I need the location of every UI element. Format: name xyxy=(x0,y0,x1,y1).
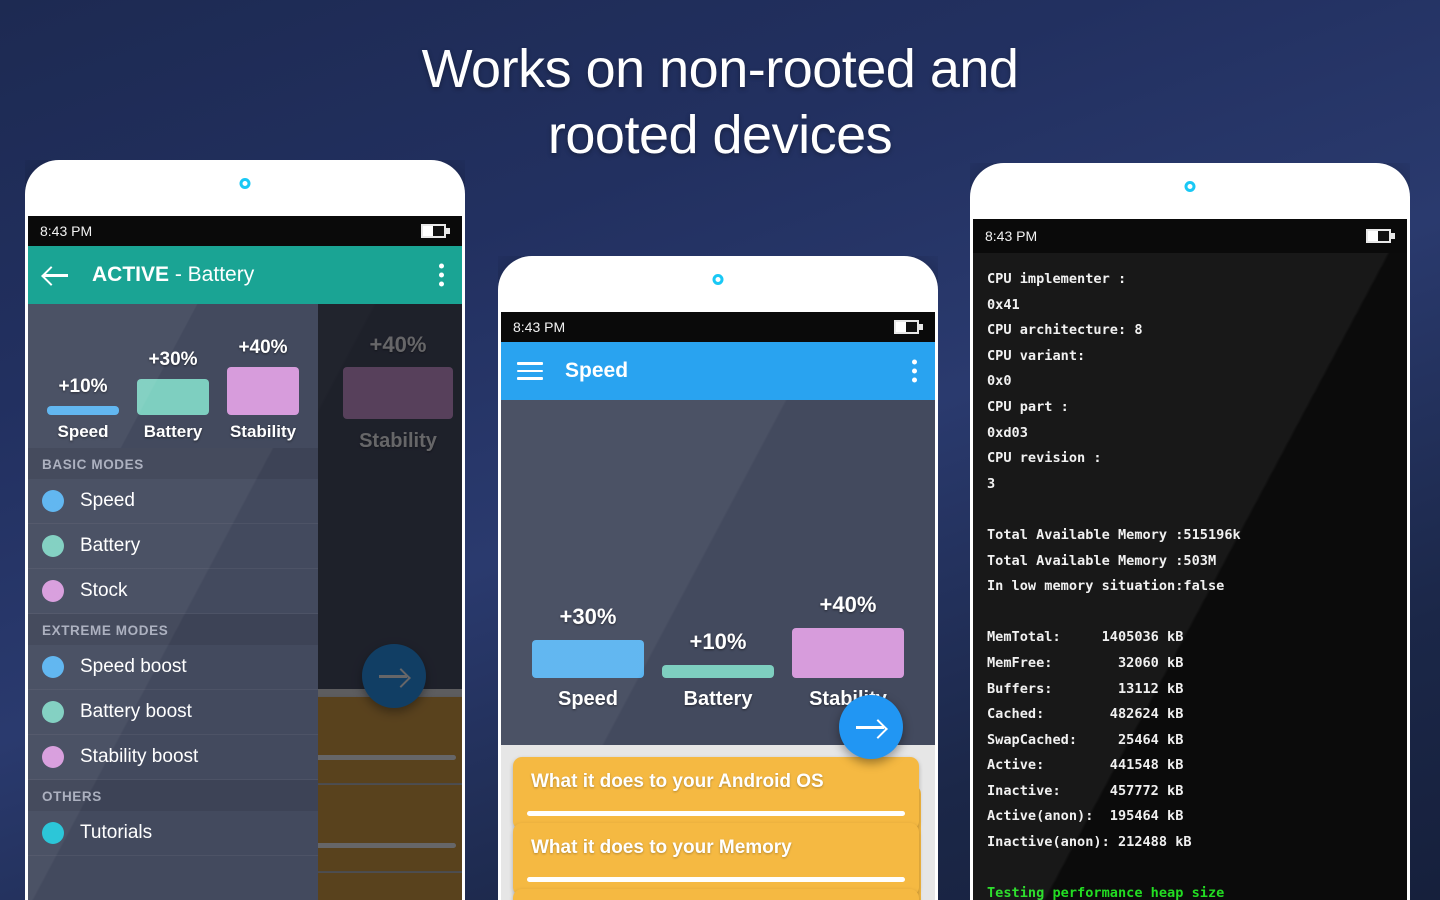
navigation-drawer: BASIC MODES Speed Battery Stock EXTREME … xyxy=(28,448,318,900)
front-camera-icon xyxy=(1184,181,1196,192)
bar-stability xyxy=(792,628,904,678)
sidebar-item-label: Tutorials xyxy=(80,822,153,843)
headline-line-2: rooted devices xyxy=(547,105,893,165)
sidebar-item-speed-boost[interactable]: Speed boost xyxy=(28,645,318,690)
sidebar-item-speed[interactable]: Speed xyxy=(28,479,318,524)
back-arrow-icon[interactable] xyxy=(44,265,70,285)
status-bar: 8:43 PM xyxy=(28,216,462,246)
status-time: 8:43 PM xyxy=(513,319,566,335)
app-bar-title: Speed xyxy=(565,359,629,382)
sidebar-item-label: Battery xyxy=(80,535,141,556)
bar-column-battery: +30% Battery xyxy=(137,349,209,442)
bar-stability xyxy=(227,367,299,415)
card-label: What it does to your Memory xyxy=(531,837,792,858)
terminal-cpu-block: CPU implementer : 0x41 CPU architecture:… xyxy=(987,271,1143,492)
front-camera-icon xyxy=(239,178,251,189)
bar-label-speed: Speed xyxy=(557,688,619,710)
bar-value-speed: +10% xyxy=(58,376,108,397)
bar-column-battery: +10% Battery xyxy=(662,629,774,711)
drawer-section-header: OTHERS xyxy=(28,780,318,811)
bar-speed xyxy=(532,640,644,678)
overflow-menu-icon[interactable] xyxy=(439,263,444,287)
sidebar-item-battery-boost[interactable]: Battery boost xyxy=(28,690,318,735)
phone-middle: 8:43 PM Speed +30% Speed +10% Battery +4… xyxy=(498,256,938,900)
bar-column-stability: +40% Stability xyxy=(227,337,299,442)
sidebar-item-label: Stock xyxy=(80,580,128,601)
bar-value-battery: +10% xyxy=(689,629,747,654)
app-bar: Speed xyxy=(501,342,935,400)
sidebar-item-stability-boost[interactable]: Stability boost xyxy=(28,735,318,780)
bar-label-stability: Stability xyxy=(229,422,297,441)
terminal-spacer xyxy=(987,497,1393,523)
mode-dot-icon xyxy=(42,701,64,723)
mode-dot-icon xyxy=(42,580,64,602)
terminal-status-line: Testing performance heap size xyxy=(987,885,1225,900)
mode-dot-icon xyxy=(42,490,64,512)
sidebar-item-label: Stability boost xyxy=(80,746,199,767)
hamburger-menu-icon[interactable] xyxy=(517,361,543,381)
terminal-output[interactable]: CPU implementer : 0x41 CPU architecture:… xyxy=(973,253,1407,900)
app-bar-title-rest: - Battery xyxy=(169,263,255,286)
sidebar-item-label: Battery boost xyxy=(80,701,192,722)
bar-battery xyxy=(137,379,209,415)
sidebar-item-label: Speed boost xyxy=(80,656,187,677)
status-bar: 8:43 PM xyxy=(501,312,935,342)
overflow-menu-icon[interactable] xyxy=(912,359,917,383)
sidebar-item-label: Speed xyxy=(80,490,135,511)
card-label: What it does to your Android OS xyxy=(531,771,824,792)
terminal-meminfo: MemTotal: 1405036 kB MemFree: 32060 kB B… xyxy=(987,629,1192,851)
foreground-chart-panel: +10% Speed +30% Battery +40% Stability xyxy=(28,304,318,448)
bar-battery xyxy=(662,665,774,678)
sidebar-item-tutorials[interactable]: Tutorials xyxy=(28,811,318,856)
battery-half-icon xyxy=(894,320,923,334)
terminal-spacer xyxy=(987,856,1393,882)
bar-label-battery: Battery xyxy=(143,422,203,441)
bar-value-battery: +30% xyxy=(148,349,198,370)
headline-line-1: Works on non-rooted and xyxy=(421,39,1019,99)
chart-panel: +30% Speed +10% Battery +40% Stability xyxy=(501,400,935,745)
bar-column-speed: +30% Speed xyxy=(532,604,644,711)
app-bar: ACTIVE - Battery xyxy=(28,246,462,304)
mode-dot-icon xyxy=(42,656,64,678)
page-title: Works on non-rooted and rooted devices xyxy=(0,36,1440,168)
terminal-memory-summary: Total Available Memory :515196k Total Av… xyxy=(987,526,1241,595)
list-item[interactable]: What it does to your Android OS xyxy=(513,757,919,830)
app-bar-title: ACTIVE - Battery xyxy=(92,263,254,287)
bar-value-stability: +40% xyxy=(238,337,288,358)
bar-value-speed: +30% xyxy=(559,604,617,629)
bar-speed xyxy=(47,406,119,415)
phone-right: 8:43 PM CPU implementer : 0x41 CPU archi… xyxy=(970,163,1410,900)
front-camera-icon xyxy=(712,274,724,285)
phone-right-screen: 8:43 PM CPU implementer : 0x41 CPU archi… xyxy=(973,219,1407,900)
mode-dot-icon xyxy=(42,746,64,768)
drawer-section-header: BASIC MODES xyxy=(28,448,318,479)
sidebar-item-stock[interactable]: Stock xyxy=(28,569,318,614)
bar-column-stability: +40% Stability xyxy=(792,592,904,711)
phone-middle-screen: 8:43 PM Speed +30% Speed +10% Battery +4… xyxy=(501,312,935,900)
status-bar: 8:43 PM xyxy=(973,219,1407,253)
card-label: What it does to your CPU xyxy=(513,889,919,900)
bar-label-speed: Speed xyxy=(57,422,109,441)
phone-left: 8:43 PM ACTIVE - Battery +40% Stability xyxy=(25,160,465,900)
sidebar-item-battery[interactable]: Battery xyxy=(28,524,318,569)
battery-half-icon xyxy=(1366,229,1395,243)
phone-left-screen: 8:43 PM ACTIVE - Battery +40% Stability xyxy=(28,216,462,900)
bar-label-battery: Battery xyxy=(683,688,753,710)
terminal-spacer xyxy=(987,600,1393,626)
mode-dot-icon xyxy=(42,822,64,844)
mode-dot-icon xyxy=(42,535,64,557)
next-fab[interactable] xyxy=(839,695,903,759)
card-zone: What it does to your Android OS What it … xyxy=(501,745,935,900)
status-time: 8:43 PM xyxy=(985,228,1038,244)
drawer-section-header: EXTREME MODES xyxy=(28,614,318,645)
arrow-right-icon xyxy=(856,718,886,736)
bar-column-speed: +10% Speed xyxy=(47,376,119,442)
app-bar-title-bold: ACTIVE xyxy=(92,263,170,286)
status-time: 8:43 PM xyxy=(40,223,93,239)
list-item[interactable]: What it does to your Memory xyxy=(513,823,919,896)
list-item[interactable]: What it does to your CPU xyxy=(513,889,919,900)
battery-half-icon xyxy=(421,224,450,238)
bar-value-stability: +40% xyxy=(819,592,877,617)
